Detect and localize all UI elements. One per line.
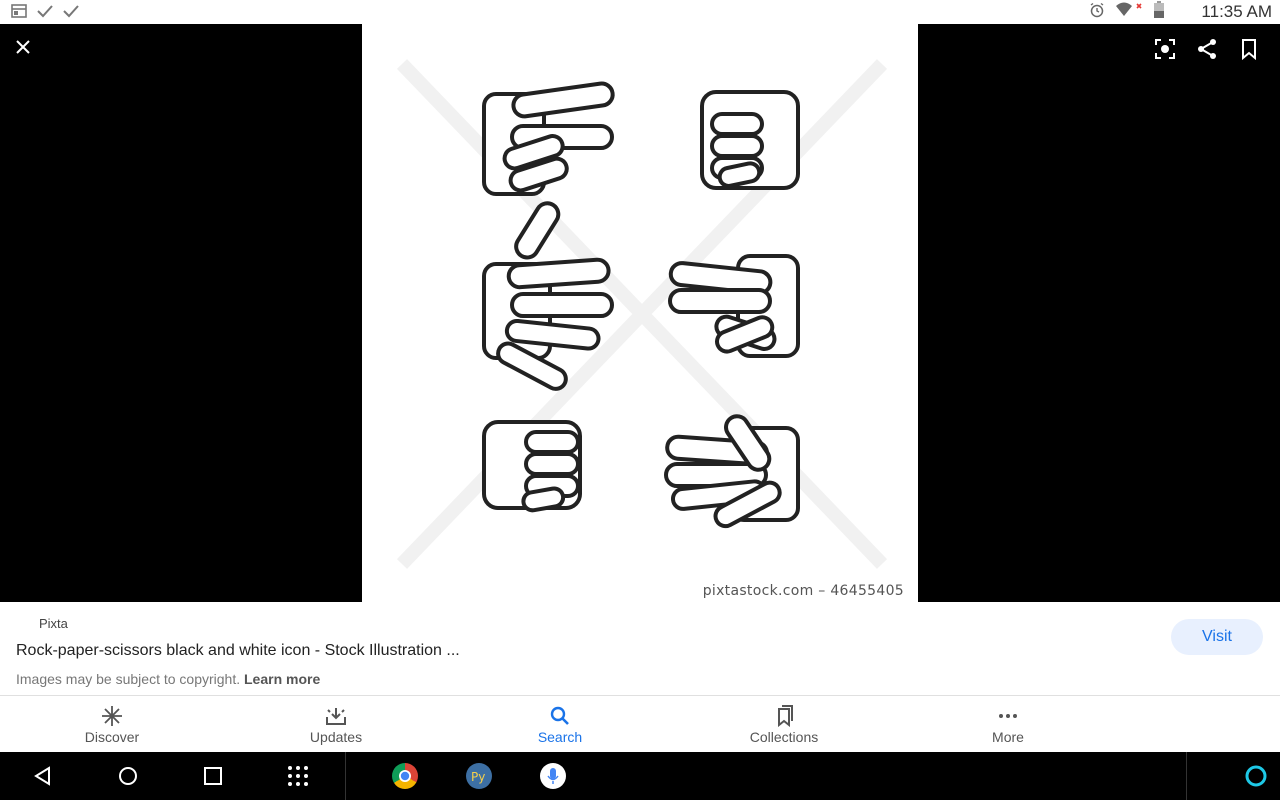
nav-collections-label: Collections (749, 729, 819, 745)
battery-icon (1153, 0, 1165, 24)
back-icon (34, 766, 50, 786)
status-bar: 11:35 AM (0, 0, 1280, 24)
assistant-button[interactable] (1244, 764, 1268, 788)
copyright-text: Images may be subject to copyright. (16, 671, 241, 687)
bottom-navigation: Discover Updates Search Collections More (0, 695, 1280, 753)
result-details: Pixta Rock-paper-scissors black and whit… (0, 602, 1280, 694)
home-icon (119, 767, 137, 785)
chrome-app-icon[interactable] (392, 763, 418, 789)
asterisk-icon (102, 706, 122, 726)
nav-collections[interactable]: Collections (672, 696, 896, 753)
share-icon (1198, 39, 1216, 59)
close-button[interactable] (12, 36, 34, 58)
nav-updates-label: Updates (309, 729, 363, 745)
nav-updates[interactable]: Updates (224, 696, 448, 753)
calendar-icon (10, 3, 28, 24)
system-navigation-bar: Py (0, 752, 1280, 800)
search-icon (550, 706, 569, 725)
copyright-notice: Images may be subject to copyright. Lear… (16, 671, 320, 687)
grid-icon (288, 766, 308, 786)
lens-icon (1155, 39, 1175, 59)
collections-icon (778, 705, 793, 727)
image-viewer: pixtastock.com – 46455405 (0, 24, 1280, 602)
rock-hand-icon (700, 90, 800, 190)
paper-hand-icon (664, 414, 800, 529)
visit-button[interactable]: Visit (1171, 619, 1263, 655)
nav-more[interactable]: More (896, 696, 1120, 753)
status-left-icons (10, 3, 80, 24)
close-icon (16, 40, 30, 54)
scissors-hand-icon (482, 81, 615, 196)
navbar-divider (1186, 752, 1187, 800)
result-title[interactable]: Rock-paper-scissors black and white icon… (16, 642, 460, 660)
share-button[interactable] (1196, 38, 1218, 60)
check-icon (36, 3, 54, 24)
app-drawer-button[interactable] (286, 764, 310, 788)
updates-icon (326, 708, 346, 725)
python-app-icon[interactable]: Py (466, 763, 492, 789)
assistant-ring-icon (1245, 765, 1267, 787)
nav-search[interactable]: Search (448, 696, 672, 753)
nav-search-label: Search (537, 729, 583, 745)
microphone-icon (547, 768, 559, 784)
learn-more-link[interactable]: Learn more (244, 671, 320, 687)
source-name[interactable]: Pixta (39, 616, 68, 631)
alarm-icon (1089, 2, 1105, 23)
lens-button[interactable] (1154, 38, 1176, 60)
more-icon (999, 714, 1017, 718)
rock-paper-scissors-illustration (396, 59, 888, 569)
wifi-icon (1115, 2, 1143, 23)
voice-app-icon[interactable] (540, 763, 566, 789)
back-button[interactable] (31, 764, 55, 788)
image-watermark: pixtastock.com – 46455405 (702, 583, 904, 599)
bookmark-icon (1242, 39, 1256, 61)
home-button[interactable] (116, 764, 140, 788)
status-time: 11:35 AM (1201, 2, 1272, 21)
navbar-divider (345, 752, 346, 800)
nav-more-label: More (992, 729, 1024, 745)
nav-discover-label: Discover (84, 729, 140, 745)
viewer-actions (1154, 38, 1260, 61)
scissors-hand-icon (668, 254, 800, 358)
svg-text:Py: Py (471, 770, 485, 784)
status-right: 11:35 AM (1089, 0, 1272, 24)
result-image[interactable]: pixtastock.com – 46455405 (362, 24, 918, 602)
save-button[interactable] (1238, 38, 1260, 61)
recents-icon (204, 767, 222, 785)
recents-button[interactable] (201, 764, 225, 788)
check-icon (62, 3, 80, 24)
rock-hand-icon (482, 420, 582, 513)
nav-discover[interactable]: Discover (0, 696, 224, 753)
